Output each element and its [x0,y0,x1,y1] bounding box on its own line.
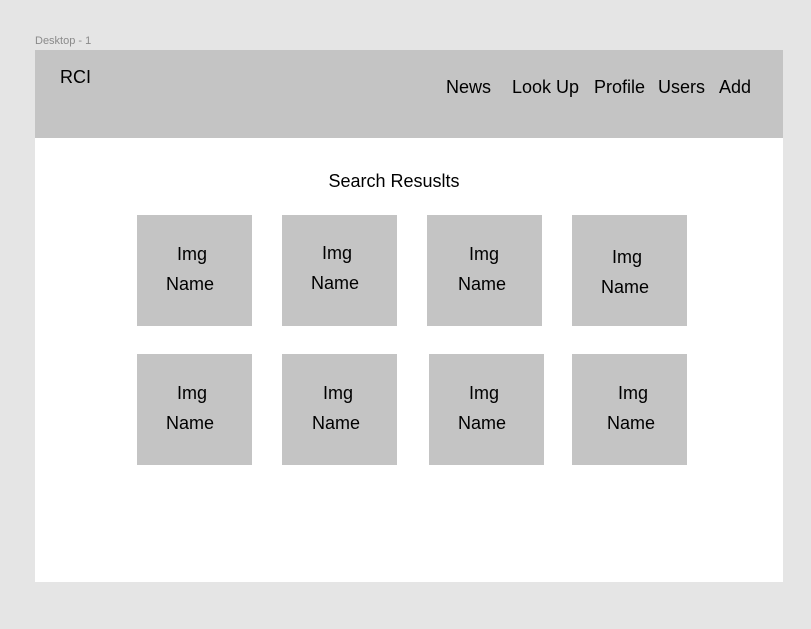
card-name-label: Name [166,274,215,294]
card-img-label: Img [618,383,649,403]
result-card[interactable]: Img Name [572,354,687,465]
frame-label: Desktop - 1 [35,35,92,47]
card-img-label: Img [177,383,208,403]
card-img-label: Img [323,383,354,403]
nav-news[interactable]: News [446,77,491,98]
card-name-label: Name [458,413,507,433]
result-card[interactable]: Img Name [572,215,687,326]
page-title: Search Resuslts [328,171,460,191]
result-card[interactable]: Img Name [429,354,544,465]
card-img-label: Img [177,244,208,264]
card-name-label: Name [312,413,361,433]
nav-look-up[interactable]: Look Up [512,77,579,98]
nav-profile[interactable]: Profile [594,77,645,98]
card-img-label: Img [612,247,643,267]
result-card[interactable]: Img Name [137,215,252,326]
result-card[interactable]: Img Name [282,354,397,465]
card-img-label: Img [322,243,353,263]
card-name-label: Name [458,274,507,294]
card-img-label: Img [469,244,500,264]
result-card[interactable]: Img Name [282,215,397,326]
logo[interactable]: RCI [60,67,91,88]
card-name-label: Name [166,413,215,433]
nav-users[interactable]: Users [658,77,705,98]
card-img-label: Img [469,383,500,403]
card-name-label: Name [311,273,360,293]
nav-add[interactable]: Add [719,77,751,98]
card-name-label: Name [601,277,650,297]
desktop-frame: RCI News Look Up Profile Users Add Searc… [35,50,783,582]
card-name-label: Name [607,413,656,433]
header-bar: RCI News Look Up Profile Users Add [35,50,783,138]
result-card[interactable]: Img Name [427,215,542,326]
result-card[interactable]: Img Name [137,354,252,465]
